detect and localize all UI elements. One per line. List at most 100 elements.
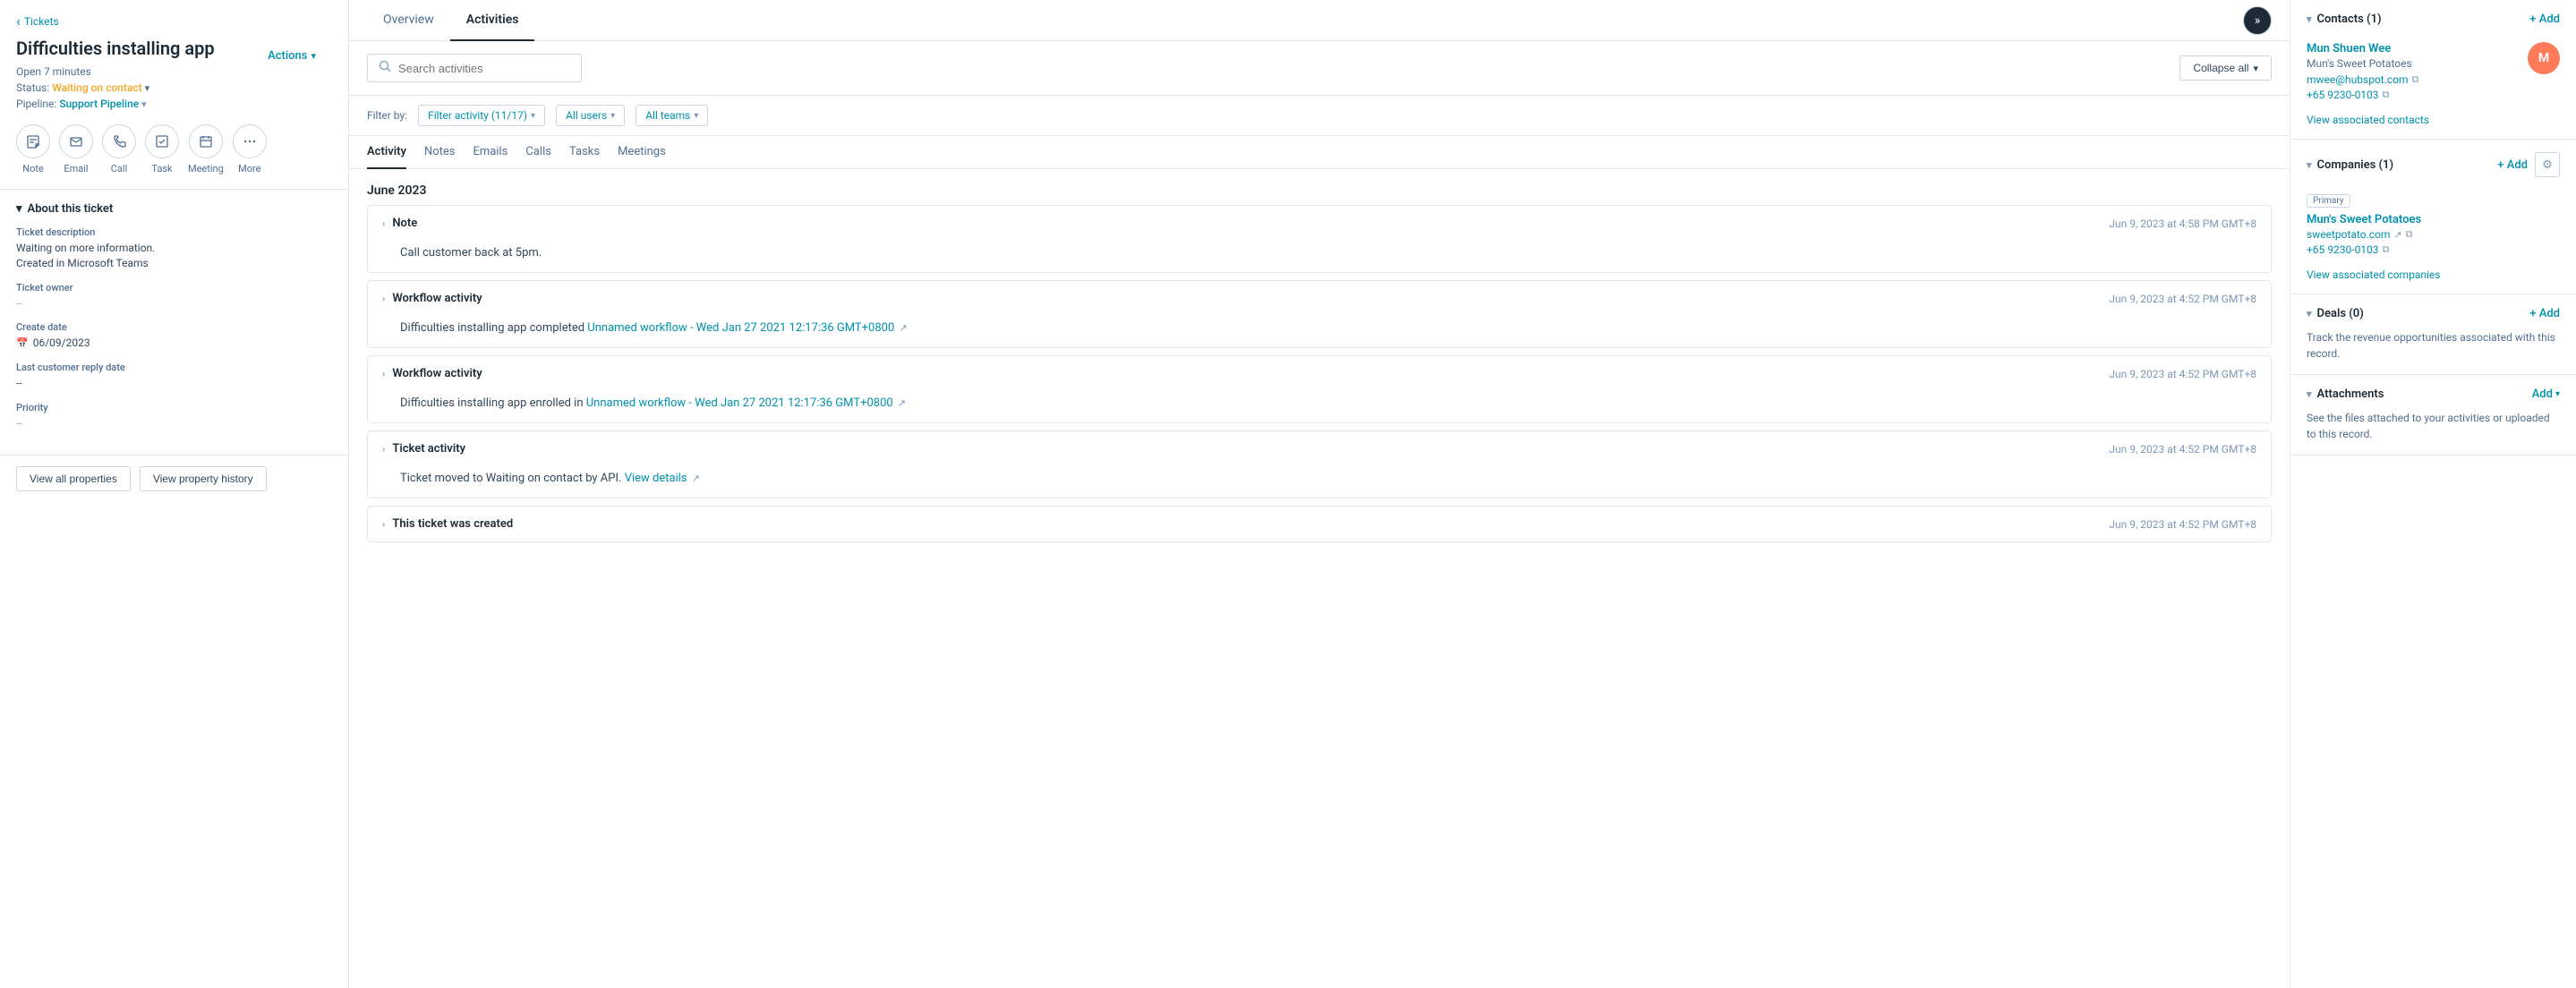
activity-ticket2-chevron-icon: › — [382, 518, 385, 530]
left-panel: Tickets Difficulties installing app Open… — [0, 0, 349, 988]
attachments-add-button[interactable]: Add — [2532, 388, 2560, 401]
activity-ticket2-header[interactable]: › This ticket was created Jun 9, 2023 at… — [368, 507, 2271, 541]
status-label: Status: — [16, 81, 49, 94]
filter-teams-chip[interactable]: All teams ▾ — [635, 105, 708, 126]
activity-ticket1-header[interactable]: › Ticket activity Jun 9, 2023 at 4:52 PM… — [368, 431, 2271, 466]
activity-workflow2-chevron-icon: › — [382, 368, 385, 379]
pipeline-label: Pipeline: — [16, 98, 56, 110]
activity-ticket1-timestamp: Jun 9, 2023 at 4:52 PM GMT+8 — [2109, 443, 2256, 456]
deals-chevron-icon: ▾ — [2307, 308, 2312, 319]
attachments-chevron-icon: ▾ — [2307, 388, 2312, 400]
view-associated-companies-link[interactable]: View associated companies — [2307, 268, 2560, 281]
activity-note-header[interactable]: › Note Jun 9, 2023 at 4:58 PM GMT+8 — [368, 206, 2271, 241]
more-label: More — [238, 163, 260, 175]
companies-actions: + Add ⚙ — [2497, 152, 2560, 177]
field-last-reply: Last customer reply date -- — [16, 362, 332, 391]
status-dropdown-icon[interactable]: ▾ — [145, 82, 150, 94]
deals-section-title[interactable]: ▾ Deals (0) — [2307, 307, 2364, 320]
filter-teams-chevron: ▾ — [694, 111, 698, 121]
filter-activity-chip[interactable]: Filter activity (11/17) ▾ — [418, 105, 545, 126]
activity-workflow1-header[interactable]: › Workflow activity Jun 9, 2023 at 4:52 … — [368, 281, 2271, 316]
contacts-section-title[interactable]: ▾ Contacts (1) — [2307, 13, 2382, 26]
call-icon — [102, 124, 136, 158]
tab-overview[interactable]: Overview — [367, 0, 450, 41]
companies-section-header: ▾ Companies (1) + Add ⚙ — [2307, 152, 2560, 177]
contact-phone[interactable]: +65 9230-0103 ⧉ — [2307, 89, 2418, 101]
company-phone[interactable]: +65 9230-0103 ⧉ — [2307, 243, 2560, 256]
attachments-section-title[interactable]: ▾ Attachments — [2307, 388, 2384, 401]
search-input[interactable] — [398, 62, 570, 75]
activity-tab-meetings[interactable]: Meetings — [618, 136, 666, 169]
activity-note-body: Call customer back at 5pm. — [368, 241, 2271, 272]
activity-tab-emails[interactable]: Emails — [473, 136, 508, 169]
company-phone-copy-icon[interactable]: ⧉ — [2383, 243, 2390, 256]
note-action[interactable]: Note — [16, 124, 50, 175]
activity-workflow2-header[interactable]: › Workflow activity Jun 9, 2023 at 4:52 … — [368, 356, 2271, 391]
website-external-icon: ↗ — [2393, 229, 2401, 241]
title-block: Difficulties installing app Open 7 minut… — [16, 37, 332, 110]
email-copy-icon[interactable]: ⧉ — [2412, 73, 2419, 86]
tab-activities[interactable]: Activities — [450, 0, 535, 41]
call-action[interactable]: Call — [102, 124, 136, 175]
contact-email[interactable]: mwee@hubspot.com ⧉ — [2307, 73, 2418, 86]
pipeline-value[interactable]: Support Pipeline — [59, 98, 139, 110]
bottom-buttons: View all properties View property histor… — [0, 455, 348, 502]
contacts-add-button[interactable]: + Add — [2529, 13, 2560, 26]
activity-tab-activity[interactable]: Activity — [367, 136, 406, 169]
main-tabs: Overview Activities » — [349, 0, 2290, 41]
task-label: Task — [151, 163, 172, 175]
task-action[interactable]: Task — [145, 124, 179, 175]
ticket-meta: Open 7 minutes — [16, 65, 332, 78]
expand-button[interactable]: » — [2243, 6, 2272, 35]
view-all-properties-button[interactable]: View all properties — [16, 466, 131, 491]
deals-section: ▾ Deals (0) + Add Track the revenue oppo… — [2290, 294, 2576, 375]
company-website[interactable]: sweetpotato.com ↗ ⧉ — [2307, 228, 2560, 241]
view-property-history-button[interactable]: View property history — [140, 466, 267, 491]
activity-tab-tasks[interactable]: Tasks — [569, 136, 600, 169]
list-item: › Workflow activity Jun 9, 2023 at 4:52 … — [367, 355, 2272, 423]
email-label: Email — [64, 163, 88, 175]
companies-section-title[interactable]: ▾ Companies (1) — [2307, 158, 2393, 172]
email-action[interactable]: Email — [59, 124, 93, 175]
meeting-label: Meeting — [188, 163, 224, 175]
activity-ticket2-timestamp: Jun 9, 2023 at 4:52 PM GMT+8 — [2109, 518, 2256, 531]
note-icon — [16, 124, 50, 158]
activity-ticket2-title: › This ticket was created — [382, 517, 513, 531]
view-associated-contacts-link[interactable]: View associated contacts — [2307, 114, 2560, 126]
collapse-all-button[interactable]: Collapse all — [2179, 55, 2272, 81]
workflow1-link[interactable]: Unnamed workflow - Wed Jan 27 2021 12:17… — [587, 321, 894, 335]
contact-card: Mun Shuen Wee Mun's Sweet Potatoes mwee@… — [2307, 35, 2560, 108]
contact-name[interactable]: Mun Shuen Wee — [2307, 42, 2418, 55]
workflow2-link[interactable]: Unnamed workflow - Wed Jan 27 2021 12:17… — [586, 396, 893, 410]
activity-tab-notes[interactable]: Notes — [424, 136, 456, 169]
activity-tabs: Activity Notes Emails Calls Tasks Meetin… — [349, 136, 2290, 169]
companies-gear-button[interactable]: ⚙ — [2535, 152, 2560, 177]
deals-add-button[interactable]: + Add — [2529, 307, 2560, 320]
more-action[interactable]: More — [233, 124, 267, 175]
activity-tab-calls[interactable]: Calls — [525, 136, 551, 169]
status-value[interactable]: Waiting on contact — [52, 81, 141, 94]
actions-button[interactable]: Actions — [268, 49, 316, 63]
website-copy-icon[interactable]: ⧉ — [2406, 228, 2413, 241]
meeting-action[interactable]: Meeting — [188, 124, 224, 175]
companies-add-button[interactable]: + Add — [2497, 158, 2528, 172]
company-name[interactable]: Mun's Sweet Potatoes — [2307, 213, 2560, 226]
ticket-pipeline: Pipeline: Support Pipeline ▾ — [16, 98, 332, 110]
filter-users-chip[interactable]: All users ▾ — [556, 105, 625, 126]
search-icon — [379, 60, 391, 76]
list-item: › Workflow activity Jun 9, 2023 at 4:52 … — [367, 280, 2272, 348]
phone-copy-icon[interactable]: ⧉ — [2383, 89, 2390, 101]
about-section-title[interactable]: ▾ About this ticket — [16, 202, 332, 216]
contacts-chevron-icon: ▾ — [2307, 13, 2312, 25]
activity-workflow2-body: Difficulties installing app enrolled in … — [368, 391, 2271, 422]
pipeline-dropdown-icon[interactable]: ▾ — [141, 98, 147, 110]
activities-toolbar: Collapse all — [349, 41, 2290, 96]
back-link[interactable]: Tickets — [16, 13, 332, 30]
activity-workflow1-title: › Workflow activity — [382, 292, 482, 305]
ticket1-view-details-link[interactable]: View details — [625, 472, 687, 485]
search-box[interactable] — [367, 54, 582, 82]
field-description: Ticket description Waiting on more infor… — [16, 226, 332, 271]
activity-workflow1-chevron-icon: › — [382, 293, 385, 304]
field-owner: Ticket owner -- — [16, 282, 332, 311]
activity-note-title: › Note — [382, 217, 417, 230]
